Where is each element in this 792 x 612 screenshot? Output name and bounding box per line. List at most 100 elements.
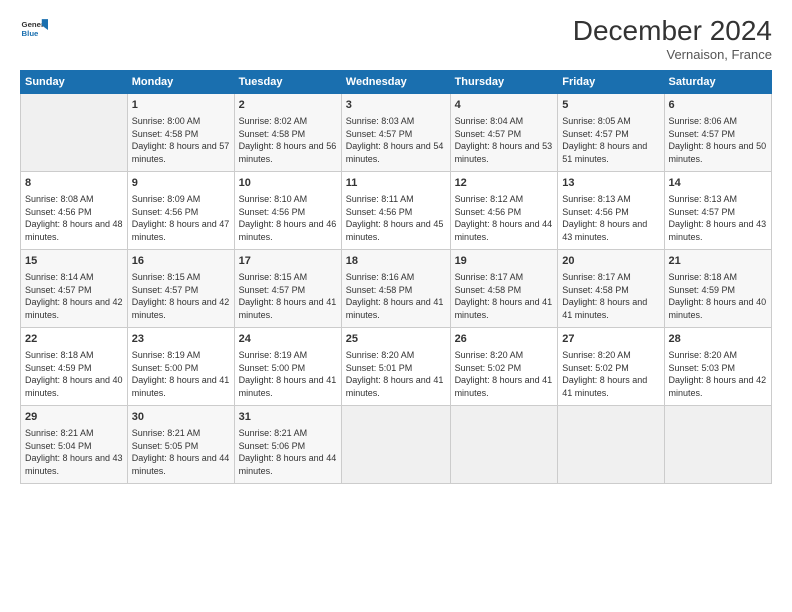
table-row: 21Sunrise: 8:18 AMSunset: 4:59 PMDayligh… [664, 249, 771, 327]
day-number: 14 [669, 176, 767, 191]
calendar-week-0: 1Sunrise: 8:00 AMSunset: 4:58 PMDaylight… [21, 93, 772, 171]
day-number: 5 [562, 98, 659, 113]
sunset-label: Sunset: 4:58 PM [239, 129, 306, 139]
table-row: 19Sunrise: 8:17 AMSunset: 4:58 PMDayligh… [450, 249, 558, 327]
col-sunday: Sunday [21, 70, 128, 93]
daylight-label: Daylight: 8 hours and 47 minutes. [132, 219, 230, 242]
sunset-label: Sunset: 4:58 PM [346, 285, 413, 295]
sunset-label: Sunset: 5:02 PM [455, 363, 522, 373]
col-tuesday: Tuesday [234, 70, 341, 93]
sunrise-label: Sunrise: 8:03 AM [346, 116, 415, 126]
table-row: 11 Sunrise: 8:11 AM Sunset: 4:56 PM Dayligh… [341, 171, 450, 249]
sunrise-label: Sunrise: 8:09 AM [132, 194, 201, 204]
table-row: 13Sunrise: 8:13 AMSunset: 4:56 PMDayligh… [558, 171, 664, 249]
table-row: 26Sunrise: 8:20 AMSunset: 5:02 PMDayligh… [450, 327, 558, 405]
daylight-label: Daylight: 8 hours and 54 minutes. [346, 141, 444, 164]
sunrise-label: Sunrise: 8:20 AM [669, 350, 738, 360]
day-number: 17 [239, 254, 337, 269]
table-row: 29Sunrise: 8:21 AMSunset: 5:04 PMDayligh… [21, 405, 128, 483]
daylight-label: Daylight: 8 hours and 44 minutes. [239, 453, 337, 476]
calendar-week-3: 22Sunrise: 8:18 AMSunset: 4:59 PMDayligh… [21, 327, 772, 405]
sunrise-label: Sunrise: 8:13 AM [562, 194, 631, 204]
sunrise-label: Sunrise: 8:08 AM [25, 194, 94, 204]
table-row: 24Sunrise: 8:19 AMSunset: 5:00 PMDayligh… [234, 327, 341, 405]
daylight-label: Daylight: 8 hours and 41 minutes. [239, 375, 337, 398]
table-row: 20Sunrise: 8:17 AMSunset: 4:58 PMDayligh… [558, 249, 664, 327]
subtitle: Vernaison, France [573, 47, 772, 62]
daylight-label: Daylight: 8 hours and 56 minutes. [239, 141, 337, 164]
day-number: 2 [239, 98, 337, 113]
sunset-label: Sunset: 5:05 PM [132, 441, 199, 451]
calendar-body: 1Sunrise: 8:00 AMSunset: 4:58 PMDaylight… [21, 93, 772, 483]
sunrise-label: Sunrise: 8:14 AM [25, 272, 94, 282]
sunset-label: Sunset: 4:56 PM [562, 207, 629, 217]
table-row: 16Sunrise: 8:15 AMSunset: 4:57 PMDayligh… [127, 249, 234, 327]
sunset-label: Sunset: 4:57 PM [346, 129, 413, 139]
table-row: 14Sunrise: 8:13 AMSunset: 4:57 PMDayligh… [664, 171, 771, 249]
table-row: 8Sunrise: 8:08 AMSunset: 4:56 PMDaylight… [21, 171, 128, 249]
day-number: 15 [25, 254, 123, 269]
daylight-label: Daylight: 8 hours and 51 minutes. [562, 141, 647, 164]
svg-text:Blue: Blue [22, 29, 40, 38]
day-number: 6 [669, 98, 767, 113]
table-row: 23Sunrise: 8:19 AMSunset: 5:00 PMDayligh… [127, 327, 234, 405]
sunrise-label: Sunrise: 8:18 AM [25, 350, 94, 360]
sunset-label: Sunset: 4:58 PM [562, 285, 629, 295]
sunset-label: Sunset: 4:56 PM [455, 207, 522, 217]
calendar-week-4: 29Sunrise: 8:21 AMSunset: 5:04 PMDayligh… [21, 405, 772, 483]
sunset-label: Sunset: 4:56 PM [25, 207, 92, 217]
calendar-header: Sunday Monday Tuesday Wednesday Thursday… [21, 70, 772, 93]
day-number: 31 [239, 410, 337, 425]
daylight-label: Daylight: 8 hours and 43 minutes. [562, 219, 647, 242]
sunset-label: Sunset: 4:56 PM [346, 207, 413, 217]
calendar-table: Sunday Monday Tuesday Wednesday Thursday… [20, 70, 772, 484]
sunset-label: Sunset: 5:01 PM [346, 363, 413, 373]
day-number: 9 [132, 176, 230, 191]
col-wednesday: Wednesday [341, 70, 450, 93]
daylight-label: Daylight: 8 hours and 43 minutes. [25, 453, 123, 476]
sunrise-label: Sunrise: 8:19 AM [132, 350, 201, 360]
daylight-label: Daylight: 8 hours and 41 minutes. [132, 375, 230, 398]
sunset-label: Sunset: 4:59 PM [25, 363, 92, 373]
sunrise-label: Sunrise: 8:20 AM [455, 350, 524, 360]
daylight-label: Daylight: 8 hours and 42 minutes. [25, 297, 123, 320]
title-block: December 2024 Vernaison, France [573, 16, 772, 62]
daylight-label: Daylight: 8 hours and 44 minutes. [132, 453, 230, 476]
daylight-label: Daylight: 8 hours and 40 minutes. [25, 375, 123, 398]
day-number: 11 [346, 176, 446, 191]
day-number: 20 [562, 254, 659, 269]
sunset-label: Sunset: 4:58 PM [455, 285, 522, 295]
table-row: 3Sunrise: 8:03 AMSunset: 4:57 PMDaylight… [341, 93, 450, 171]
main-title: December 2024 [573, 16, 772, 47]
sunrise-label: Sunrise: 8:04 AM [455, 116, 524, 126]
day-number: 29 [25, 410, 123, 425]
sunrise-label: Sunrise: 8:11 AM [346, 194, 414, 204]
sunrise-label: Sunrise: 8:00 AM [132, 116, 201, 126]
table-row: 15 Sunrise: 8:14 AM Sunset: 4:57 PM Dayligh… [21, 249, 128, 327]
table-row: 30Sunrise: 8:21 AMSunset: 5:05 PMDayligh… [127, 405, 234, 483]
page: General Blue December 2024 Vernaison, Fr… [0, 0, 792, 612]
daylight-label: Daylight: 8 hours and 45 minutes. [346, 219, 444, 242]
sunrise-label: Sunrise: 8:20 AM [562, 350, 631, 360]
sunset-label: Sunset: 4:58 PM [132, 129, 199, 139]
sunset-label: Sunset: 5:04 PM [25, 441, 92, 451]
daylight-label: Daylight: 8 hours and 53 minutes. [455, 141, 553, 164]
sunset-label: Sunset: 4:57 PM [25, 285, 92, 295]
daylight-label: Daylight: 8 hours and 41 minutes. [346, 375, 444, 398]
table-row: 4Sunrise: 8:04 AMSunset: 4:57 PMDaylight… [450, 93, 558, 171]
sunrise-label: Sunrise: 8:12 AM [455, 194, 524, 204]
day-number: 28 [669, 332, 767, 347]
sunrise-label: Sunrise: 8:15 AM [132, 272, 201, 282]
calendar-week-2: 15 Sunrise: 8:14 AM Sunset: 4:57 PM Dayligh… [21, 249, 772, 327]
table-row: 31Sunrise: 8:21 AMSunset: 5:06 PMDayligh… [234, 405, 341, 483]
table-row: 2Sunrise: 8:02 AMSunset: 4:58 PMDaylight… [234, 93, 341, 171]
day-number: 30 [132, 410, 230, 425]
sunset-label: Sunset: 4:57 PM [562, 129, 629, 139]
daylight-label: Daylight: 8 hours and 44 minutes. [455, 219, 553, 242]
daylight-label: Daylight: 8 hours and 41 minutes. [562, 297, 647, 320]
table-row: 10Sunrise: 8:10 AMSunset: 4:56 PMDayligh… [234, 171, 341, 249]
table-row [664, 405, 771, 483]
table-row [341, 405, 450, 483]
header: General Blue December 2024 Vernaison, Fr… [20, 16, 772, 62]
logo-icon: General Blue [20, 16, 48, 44]
